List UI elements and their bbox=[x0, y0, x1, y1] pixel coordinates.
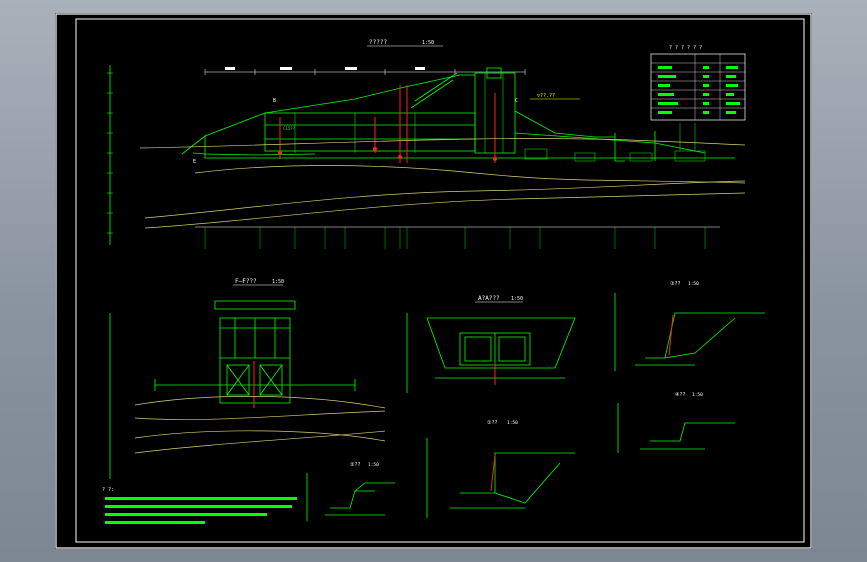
section-f-title: F—F??? bbox=[235, 278, 257, 285]
detail-3-view: ③?? 1:50 bbox=[614, 281, 765, 371]
viewport: ????? 1:50 ▽??.?? B C E C15?? ? ? ? ? ? … bbox=[0, 0, 867, 562]
detail-4-title: ④?? bbox=[675, 392, 686, 398]
section-a-title: A?A??? bbox=[478, 295, 500, 302]
section-marker-c: C bbox=[515, 98, 518, 104]
detail-1-scale: 1:50 bbox=[507, 420, 518, 426]
section-a-scale: 1:50 bbox=[511, 296, 523, 302]
main-title: ????? bbox=[369, 39, 387, 46]
section-a-view: A?A??? 1:50 bbox=[406, 295, 576, 393]
main-profile-view: ????? 1:50 ▽??.?? B C E C15?? ? ? ? ? ? … bbox=[107, 39, 746, 249]
cad-canvas: ????? 1:50 ▽??.?? B C E C15?? ? ? ? ? ? … bbox=[55, 13, 812, 549]
section-marker-e: E bbox=[193, 159, 196, 165]
detail-4-scale: 1:50 bbox=[692, 392, 703, 398]
detail-1-title: ①?? bbox=[487, 420, 498, 426]
main-title-scale: 1:50 bbox=[422, 40, 434, 46]
notes-block: ? ?: bbox=[102, 487, 297, 524]
section-f-view: F—F??? 1:50 bbox=[109, 278, 386, 479]
quantity-table: ? ? ? ? ? ? bbox=[650, 45, 746, 121]
detail-2-title: ②?? bbox=[350, 462, 361, 468]
detail-2-scale: 1:50 bbox=[368, 462, 379, 468]
detail-3-title: ③?? bbox=[670, 281, 681, 287]
detail-2-view: ②?? 1:50 bbox=[306, 462, 395, 521]
detail-3-scale: 1:50 bbox=[688, 281, 699, 287]
elevation-callout: ▽??.?? bbox=[537, 93, 555, 99]
section-f-scale: 1:50 bbox=[272, 279, 284, 285]
notes-heading: ? ?: bbox=[102, 487, 114, 493]
drawing-sheet: ????? 1:50 ▽??.?? B C E C15?? ? ? ? ? ? … bbox=[55, 13, 812, 549]
detail-4-view: ④?? 1:50 bbox=[617, 392, 735, 453]
table-header: ? ? ? ? ? ? bbox=[669, 45, 702, 51]
detail-1-view: ①?? 1:50 bbox=[426, 420, 575, 518]
material-callout: C15?? bbox=[283, 126, 296, 131]
section-marker-b: B bbox=[273, 98, 276, 104]
outer-frame bbox=[55, 13, 812, 549]
